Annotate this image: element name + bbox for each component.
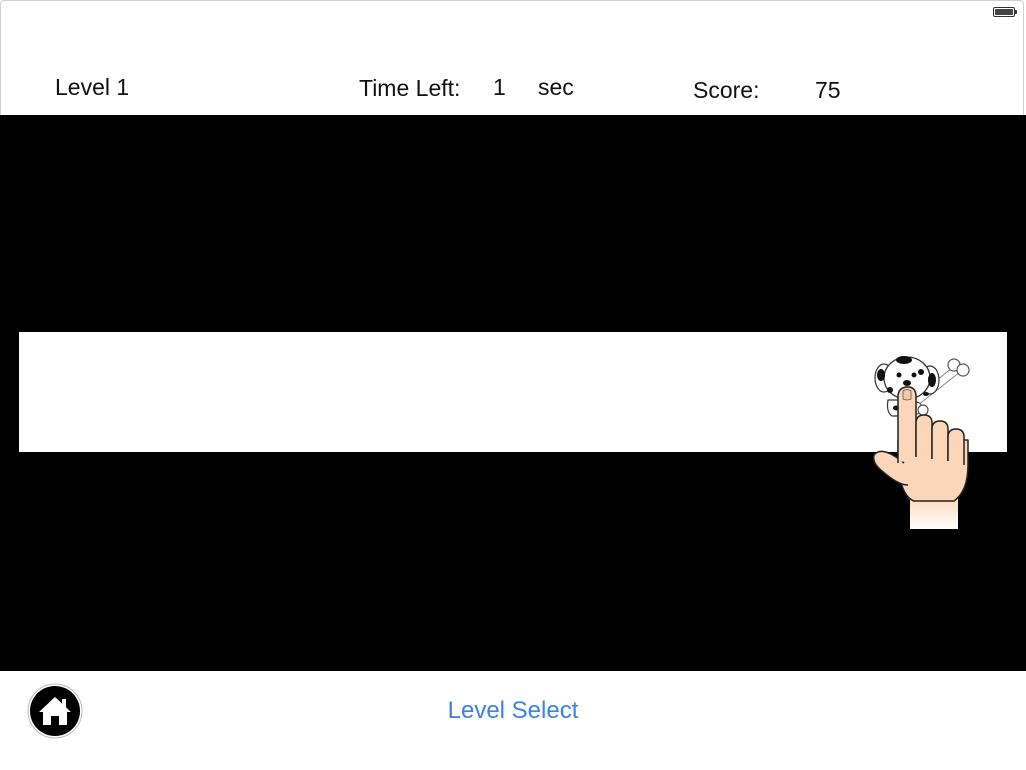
battery-icon	[993, 7, 1017, 17]
score-value: 75	[815, 77, 841, 103]
level-select-button[interactable]: Level Select	[0, 697, 1026, 725]
score-label: Score:	[693, 77, 760, 103]
time-left-value: 1	[493, 74, 506, 100]
time-left-unit: sec	[538, 74, 574, 100]
dog-track-lane	[19, 332, 1007, 452]
pointing-hand-icon	[872, 386, 969, 529]
level-label: Level 1	[55, 74, 130, 100]
time-left-label: Time Left:	[359, 75, 461, 101]
